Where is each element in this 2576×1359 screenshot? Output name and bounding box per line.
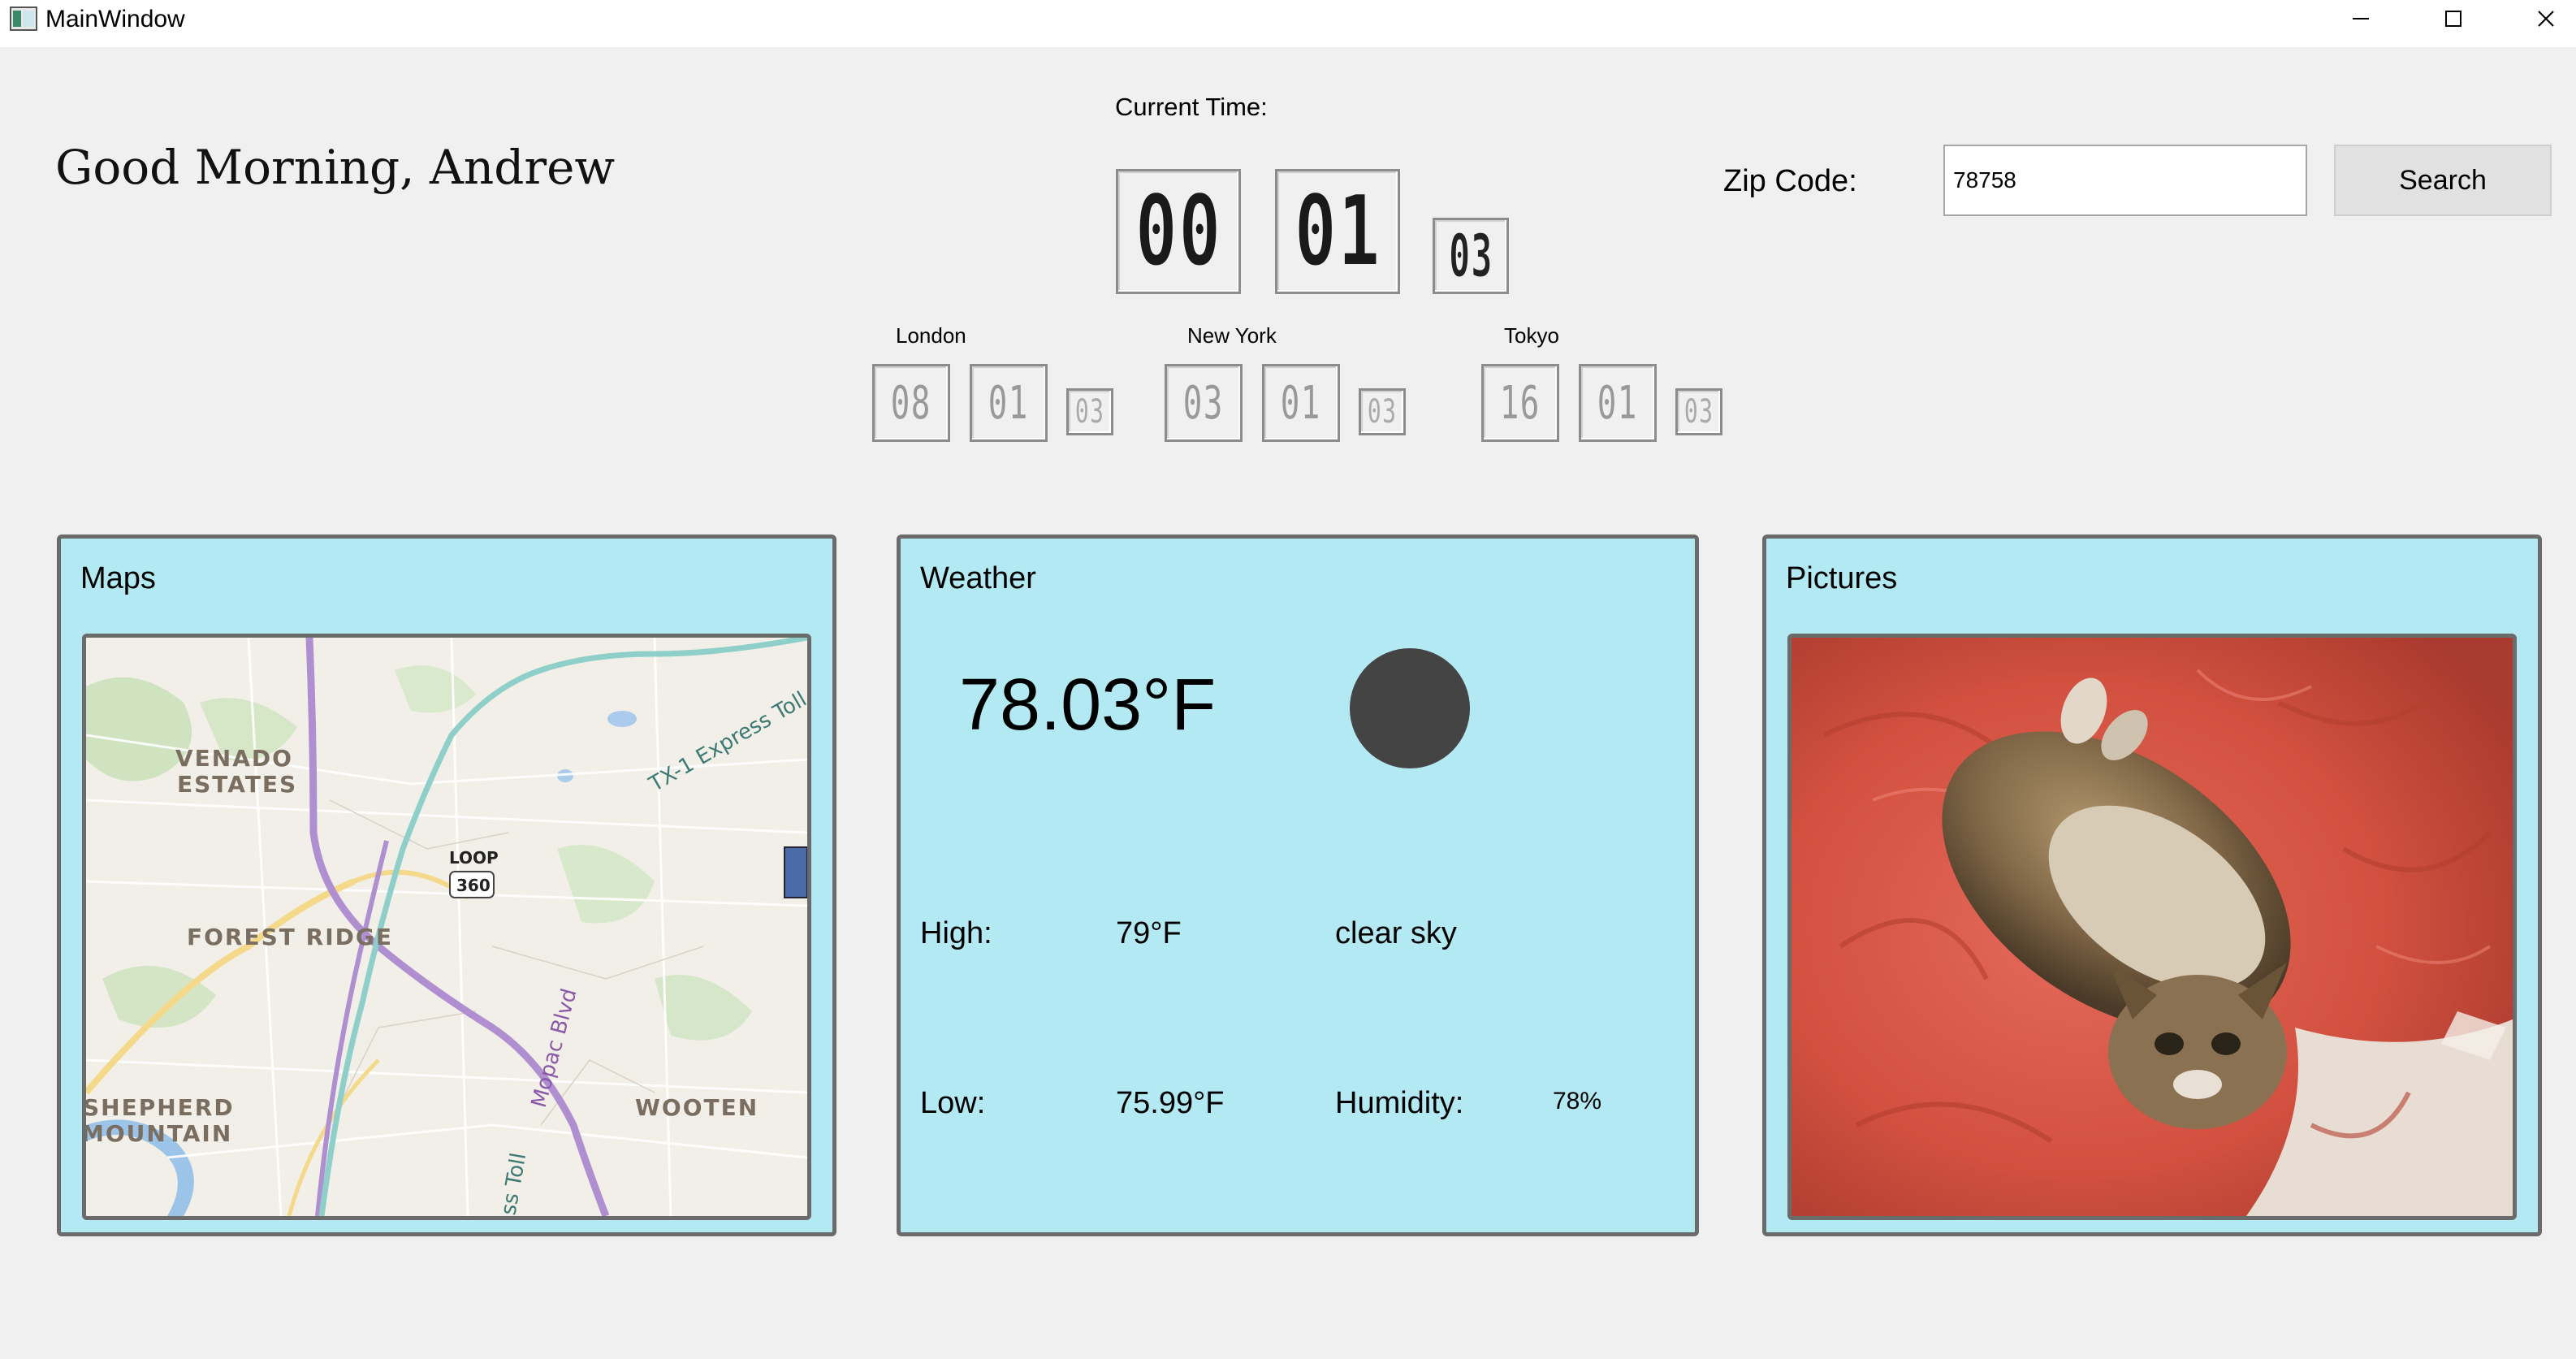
london-hours-display: 08	[872, 364, 950, 442]
greeting-text: Good Morning, Andrew	[55, 140, 616, 195]
cat-photo	[1787, 634, 2517, 1220]
clock-city-new-york: New York	[1187, 323, 1277, 348]
clock-city-tokyo: Tokyo	[1504, 323, 1559, 348]
tokyo-seconds-display: 03	[1675, 388, 1722, 435]
map-label-loop-number: 360	[456, 876, 491, 895]
low-value: 75.99°F	[1116, 1086, 1225, 1120]
map-label-forest-ridge: FOREST RIDGE	[187, 924, 393, 950]
map-label-venado: VENADO	[175, 745, 293, 772]
search-button[interactable]: Search	[2334, 145, 2552, 216]
map-view[interactable]: VENADO ESTATES FOREST RIDGE SHEPHERD MOU…	[82, 634, 811, 1220]
new-york-hours-display: 03	[1165, 364, 1243, 442]
current-seconds-display: 03	[1433, 218, 1509, 294]
maps-panel: Maps VENADO ESTATES FOREST RIDGE SHEPHER…	[57, 535, 836, 1236]
zip-code-label: Zip Code:	[1723, 164, 1857, 198]
current-hours-display: 00	[1116, 169, 1241, 294]
weather-title: Weather	[920, 561, 1036, 595]
high-value: 79°F	[1116, 916, 1182, 950]
map-label-estates: ESTATES	[177, 771, 297, 798]
zip-code-input[interactable]	[1943, 145, 2307, 216]
maximize-icon	[2445, 11, 2461, 27]
map-label-wooten: WOOTEN	[635, 1094, 759, 1121]
low-label: Low:	[920, 1086, 986, 1120]
london-minutes-display: 01	[970, 364, 1048, 442]
map-label-loop: LOOP	[449, 848, 499, 868]
humidity-value: 78%	[1553, 1088, 1602, 1114]
current-minutes-display: 01	[1275, 169, 1400, 294]
app-icon	[10, 6, 37, 31]
clock-city-london: London	[896, 323, 966, 348]
current-time-label: Current Time:	[1115, 93, 1268, 121]
weather-panel: Weather 78.03°F High: 79°F clear sky Low…	[897, 535, 1699, 1236]
tokyo-minutes-display: 01	[1579, 364, 1657, 442]
pictures-panel: Pictures	[1762, 535, 2542, 1236]
pictures-title: Pictures	[1786, 561, 1898, 595]
high-label: High:	[920, 916, 992, 950]
map-marker-icon[interactable]	[784, 846, 807, 898]
tokyo-hours-display: 16	[1481, 364, 1559, 442]
close-icon	[2538, 11, 2554, 27]
london-seconds-display: 03	[1066, 388, 1113, 435]
maximize-button[interactable]	[2409, 0, 2498, 37]
clear-night-icon	[1350, 648, 1470, 768]
minimize-icon	[2353, 18, 2369, 19]
map-label-shepherd: SHEPHERD	[86, 1094, 235, 1121]
window-title: MainWindow	[45, 6, 185, 32]
new-york-seconds-display: 03	[1359, 388, 1406, 435]
temperature-value: 78.03°F	[959, 664, 1217, 746]
map-label-mountain: MOUNTAIN	[86, 1120, 232, 1147]
weather-description: clear sky	[1335, 916, 1457, 950]
new-york-minutes-display: 01	[1262, 364, 1340, 442]
minimize-button[interactable]	[2316, 0, 2405, 37]
maps-title: Maps	[80, 561, 156, 595]
title-bar	[0, 0, 2576, 47]
close-button[interactable]	[2501, 0, 2576, 37]
humidity-label: Humidity:	[1335, 1086, 1464, 1120]
